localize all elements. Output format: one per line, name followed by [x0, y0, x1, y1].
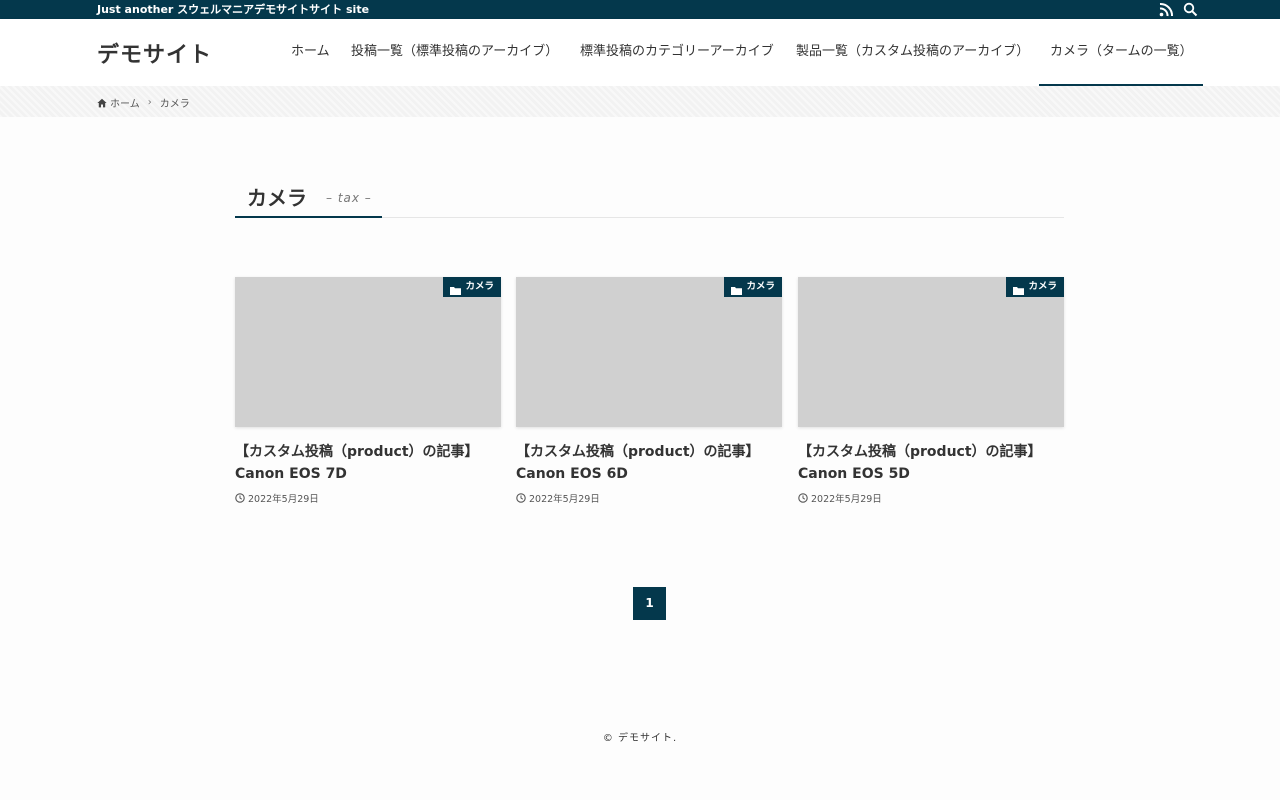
site-tagline: Just another スウェルマニアデモサイトサイト site	[97, 3, 370, 16]
breadcrumb-bar: ホーム › カメラ	[0, 86, 1280, 117]
breadcrumb: ホーム › カメラ	[97, 95, 190, 110]
top-bar: Just another スウェルマニアデモサイトサイト site	[0, 0, 1280, 19]
archive-title-main: カメラ	[247, 186, 307, 210]
archive-title-underline: カメラ – tax –	[235, 178, 382, 218]
post-date: 2022年5月29日	[235, 491, 501, 505]
archive-title-sub: – tax –	[326, 191, 372, 205]
category-badge: カメラ	[724, 277, 782, 297]
post-title[interactable]: 【カスタム投稿（product）の記事】Canon EOS 5D	[798, 441, 1064, 485]
post-thumbnail[interactable]: カメラ	[516, 277, 782, 427]
post-card[interactable]: カメラ 【カスタム投稿（product）の記事】Canon EOS 5D 202…	[798, 277, 1064, 505]
post-title[interactable]: 【カスタム投稿（product）の記事】Canon EOS 7D	[235, 441, 501, 485]
site-logo[interactable]: デモサイト	[97, 37, 212, 69]
folder-icon	[731, 283, 743, 295]
post-title[interactable]: 【カスタム投稿（product）の記事】Canon EOS 6D	[516, 441, 782, 485]
folder-icon	[1013, 283, 1025, 295]
footer-copyright: © デモサイト.	[602, 733, 678, 744]
archive-title: カメラ – tax –	[235, 178, 1064, 218]
nav-item-categories[interactable]: 標準投稿のカテゴリーアーカイブ	[580, 19, 774, 86]
post-date-text: 2022年5月29日	[529, 494, 600, 505]
clock-icon	[235, 493, 245, 503]
post-date: 2022年5月29日	[516, 491, 782, 505]
category-label: カメラ	[746, 281, 775, 292]
category-badge: カメラ	[443, 277, 501, 297]
post-date-text: 2022年5月29日	[248, 494, 319, 505]
category-label: カメラ	[1028, 281, 1057, 292]
clock-icon	[798, 493, 808, 503]
chevron-right-icon: ›	[147, 97, 152, 108]
nav-item-products[interactable]: 製品一覧（カスタム投稿のアーカイブ）	[796, 19, 1029, 86]
top-bar-icons	[1159, 2, 1198, 17]
breadcrumb-current: カメラ	[159, 99, 190, 110]
nav-item-camera[interactable]: カメラ（タームの一覧）	[1039, 19, 1203, 86]
category-label: カメラ	[465, 281, 494, 292]
home-icon	[97, 98, 107, 108]
post-card[interactable]: カメラ 【カスタム投稿（product）の記事】Canon EOS 6D 202…	[516, 277, 782, 505]
post-thumbnail[interactable]: カメラ	[235, 277, 501, 427]
folder-icon	[450, 283, 462, 295]
site-header: デモサイト ホーム 投稿一覧（標準投稿のアーカイブ） 標準投稿のカテゴリーアーカ…	[0, 19, 1280, 86]
search-icon[interactable]	[1183, 2, 1198, 17]
nav-item-posts[interactable]: 投稿一覧（標準投稿のアーカイブ）	[351, 19, 558, 86]
post-thumbnail[interactable]: カメラ	[798, 277, 1064, 427]
breadcrumb-home[interactable]: ホーム	[110, 95, 140, 110]
nav-item-home[interactable]: ホーム	[291, 19, 330, 86]
pagination-current[interactable]: 1	[633, 587, 666, 620]
category-badge: カメラ	[1006, 277, 1064, 297]
post-date-text: 2022年5月29日	[811, 494, 882, 505]
post-card[interactable]: カメラ 【カスタム投稿（product）の記事】Canon EOS 7D 202…	[235, 277, 501, 505]
post-date: 2022年5月29日	[798, 491, 1064, 505]
clock-icon	[516, 493, 526, 503]
rss-icon[interactable]	[1159, 2, 1174, 17]
